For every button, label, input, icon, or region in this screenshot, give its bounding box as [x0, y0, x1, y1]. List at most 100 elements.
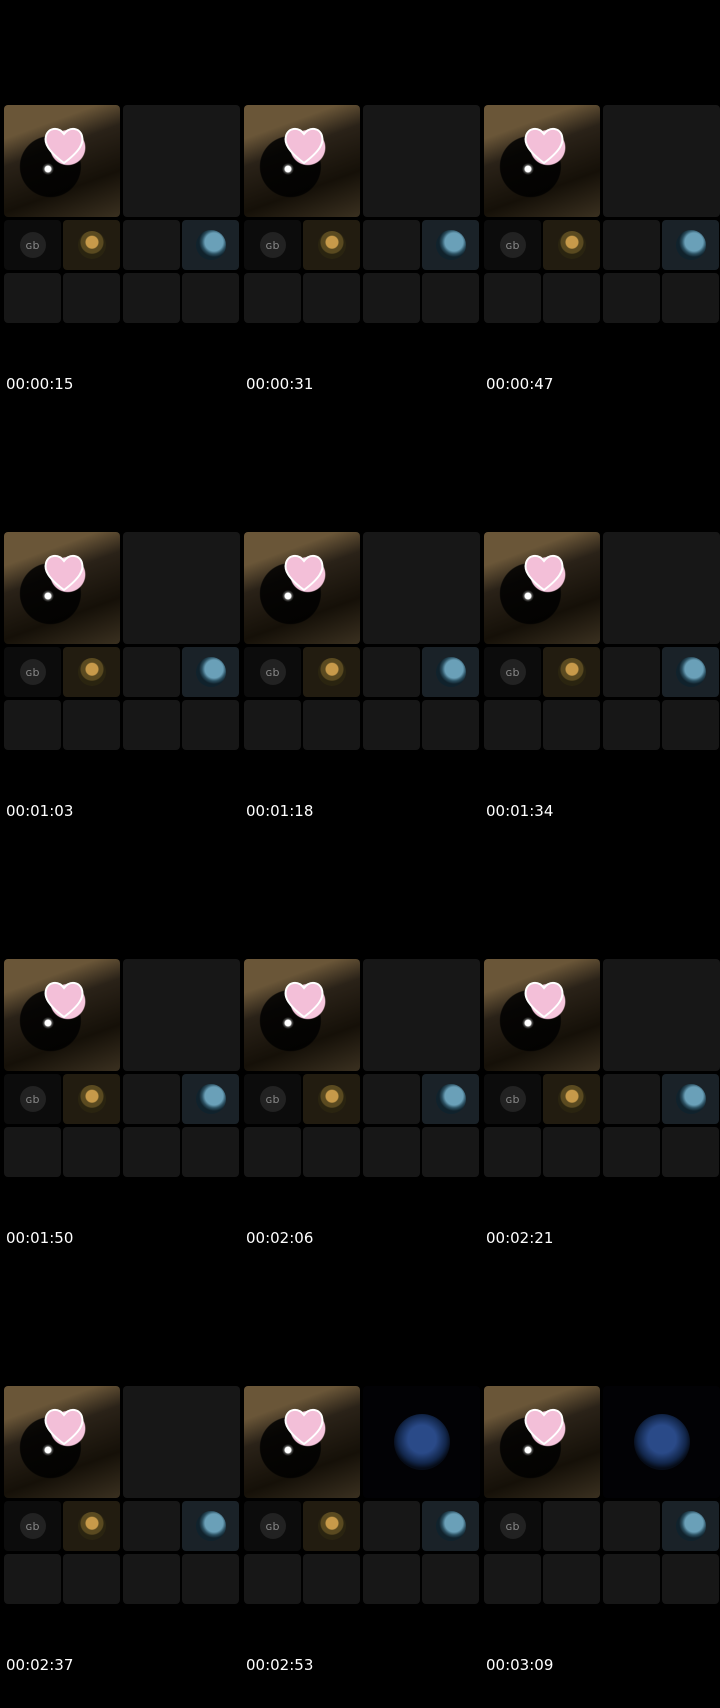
- mona-lisa-avatar-icon: [317, 1512, 346, 1540]
- participant-avatar-tile: [603, 1501, 660, 1551]
- logo-avatar-icon: ɢb: [259, 659, 286, 685]
- empty-participant-tile: [543, 700, 600, 750]
- logo-avatar-icon: ɢb: [499, 659, 526, 685]
- participant-avatar-tile: ɢb: [244, 647, 301, 697]
- silhouette-avatar-icon: [633, 1414, 690, 1470]
- participant-video-tile: [123, 105, 240, 217]
- empty-participant-tile: [543, 273, 600, 323]
- sparkle-sticker-icon: [42, 163, 54, 175]
- participant-avatar-tile: [543, 1074, 600, 1124]
- participant-video-tile: [363, 532, 480, 644]
- globe-avatar-icon: [435, 657, 466, 687]
- empty-participant-tile: [123, 1127, 180, 1177]
- empty-participant-tile: [182, 1127, 239, 1177]
- frame-timestamp: 00:01:34: [486, 802, 554, 820]
- heart-sticker-icon: [284, 1409, 324, 1446]
- logo-avatar-icon: ɢb: [259, 1513, 286, 1539]
- empty-participant-tile: [303, 1554, 360, 1604]
- heart-sticker-icon: [284, 128, 324, 165]
- frame-timestamp: 00:02:21: [486, 1229, 554, 1247]
- mona-lisa-avatar-icon: [77, 658, 106, 686]
- heart-sticker-icon: [44, 982, 84, 1019]
- participant-avatar-tile: ɢb: [4, 1501, 61, 1551]
- sparkle-sticker-icon: [522, 590, 534, 602]
- video-call-grid: ɢb: [244, 1386, 480, 1604]
- empty-participant-tile: [4, 273, 61, 323]
- frame-timestamp: 00:02:06: [246, 1229, 314, 1247]
- globe-avatar-icon: [675, 230, 706, 260]
- video-call-grid: ɢb: [4, 105, 240, 323]
- mona-lisa-avatar-icon: [77, 1085, 106, 1113]
- empty-participant-tile: [63, 700, 120, 750]
- frame-timestamp: 00:00:31: [246, 375, 314, 393]
- mona-lisa-avatar-icon: [317, 1085, 346, 1113]
- globe-avatar-icon: [435, 1511, 466, 1541]
- participant-avatar-tile: [543, 1501, 600, 1551]
- empty-participant-tile: [662, 700, 719, 750]
- empty-participant-tile: [603, 1554, 660, 1604]
- participant-avatar-tile: [363, 647, 420, 697]
- participant-avatar-tile: [422, 1501, 479, 1551]
- participant-avatar-tile: [123, 647, 180, 697]
- empty-participant-tile: [603, 273, 660, 323]
- participant-video-tile: [244, 532, 360, 644]
- sparkle-sticker-icon: [42, 1017, 54, 1029]
- sparkle-sticker-icon: [282, 1017, 294, 1029]
- sparkle-sticker-icon: [282, 163, 294, 175]
- empty-participant-tile: [63, 273, 120, 323]
- participant-video-tile: [603, 532, 720, 644]
- participant-avatar-tile: ɢb: [244, 1074, 301, 1124]
- empty-participant-tile: [244, 700, 301, 750]
- participant-avatar-tile: [543, 647, 600, 697]
- video-call-grid: ɢb: [484, 959, 720, 1177]
- empty-participant-tile: [422, 1127, 479, 1177]
- empty-participant-tile: [4, 1127, 61, 1177]
- sparkle-sticker-icon: [282, 590, 294, 602]
- globe-avatar-icon: [195, 1511, 226, 1541]
- heart-sticker-icon: [44, 128, 84, 165]
- participant-avatar-tile: [63, 647, 120, 697]
- logo-avatar-icon: ɢb: [19, 232, 46, 258]
- globe-avatar-icon: [195, 1084, 226, 1114]
- video-call-grid: ɢb: [484, 532, 720, 750]
- sparkle-sticker-icon: [522, 1444, 534, 1456]
- video-call-grid: ɢb: [484, 1386, 720, 1604]
- empty-participant-tile: [63, 1554, 120, 1604]
- mona-lisa-avatar-icon: [557, 231, 586, 259]
- sparkle-sticker-icon: [522, 163, 534, 175]
- participant-video-tile: [123, 532, 240, 644]
- empty-participant-tile: [662, 1127, 719, 1177]
- frame-timestamp: 00:02:37: [6, 1656, 74, 1674]
- empty-participant-tile: [422, 273, 479, 323]
- sparkle-sticker-icon: [282, 1444, 294, 1456]
- sparkle-sticker-icon: [42, 590, 54, 602]
- globe-avatar-icon: [675, 1511, 706, 1541]
- participant-avatar-tile: ɢb: [244, 1501, 301, 1551]
- participant-avatar-tile: [123, 220, 180, 270]
- participant-avatar-tile: [543, 220, 600, 270]
- empty-participant-tile: [303, 273, 360, 323]
- silhouette-avatar-icon: [393, 1414, 450, 1470]
- participant-video-tile: [244, 105, 360, 217]
- frame-timestamp: 00:00:15: [6, 375, 74, 393]
- participant-avatar-tile: ɢb: [484, 1501, 541, 1551]
- frame-timestamp: 00:00:47: [486, 375, 554, 393]
- participant-video-tile: [363, 1386, 480, 1498]
- participant-video-tile: [244, 1386, 360, 1498]
- participant-avatar-tile: [123, 1074, 180, 1124]
- participant-avatar-tile: [662, 220, 719, 270]
- globe-avatar-icon: [435, 230, 466, 260]
- participant-video-tile: [4, 1386, 120, 1498]
- empty-participant-tile: [303, 1127, 360, 1177]
- heart-sticker-icon: [284, 982, 324, 1019]
- video-call-grid: ɢb: [4, 959, 240, 1177]
- logo-avatar-icon: ɢb: [499, 1513, 526, 1539]
- globe-avatar-icon: [675, 657, 706, 687]
- participant-avatar-tile: [303, 647, 360, 697]
- mona-lisa-avatar-icon: [557, 658, 586, 686]
- participant-video-tile: [603, 1386, 720, 1498]
- participant-video-tile: [4, 959, 120, 1071]
- empty-participant-tile: [484, 1127, 541, 1177]
- participant-avatar-tile: [662, 1501, 719, 1551]
- empty-participant-tile: [123, 700, 180, 750]
